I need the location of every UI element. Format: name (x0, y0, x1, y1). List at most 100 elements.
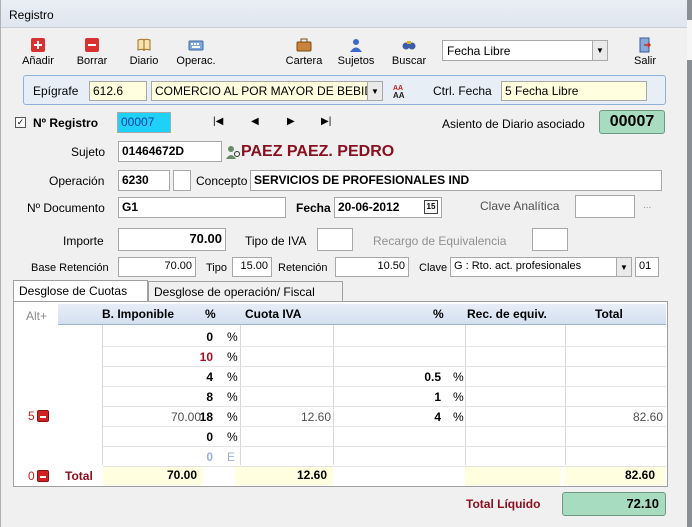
add-button[interactable]: Añadir (19, 37, 57, 67)
book-icon (137, 38, 151, 52)
cell-rec-sym[interactable]: % (453, 390, 465, 404)
clave-label: Clave (419, 262, 448, 274)
operacion-extra-field[interactable] (173, 170, 191, 191)
diario-button[interactable]: Diario (125, 37, 163, 67)
base-retencion-label: Base Retención (31, 262, 109, 274)
cell-rec-pct[interactable]: 0.5 (421, 370, 441, 384)
salir-button[interactable]: Salir (629, 37, 661, 67)
clave-retencion-select[interactable]: G : Rto. act. profesionales ▼ (450, 257, 632, 277)
cell-pct-sym[interactable]: % (227, 390, 239, 404)
ctrl-fecha-field[interactable]: 5 Fecha Libre (501, 81, 647, 101)
cell-pct-sym[interactable]: % (227, 370, 239, 384)
importe-field[interactable]: 70.00 (118, 228, 226, 251)
tipo-iva-field[interactable] (317, 228, 353, 251)
retencion-label: Retención (278, 262, 328, 274)
operacion-label: Operación (49, 174, 105, 188)
total-liquido-value: 72.10 (562, 492, 666, 516)
clave-analitica-field[interactable] (575, 195, 635, 218)
cell-rec-sym[interactable]: % (453, 410, 465, 424)
tipo-retencion-field[interactable]: 15.00 (232, 257, 272, 277)
cell-pct-sym[interactable]: % (227, 350, 239, 364)
epigrafe-label: Epígrafe (33, 84, 79, 98)
person-icon (350, 39, 362, 52)
first-record-icon[interactable]: |◀ (213, 116, 223, 127)
cell-pct[interactable]: 4 (191, 370, 213, 384)
ctrl-fecha-label: Ctrl. Fecha (433, 84, 492, 98)
title-bar: Registro (1, 0, 692, 28)
tipo-iva-label: Tipo de IVA (245, 234, 307, 248)
total-total: 82.60 (625, 468, 656, 482)
cell-pct[interactable]: 0 (191, 430, 213, 444)
row-counter: 5 (28, 409, 35, 423)
last-record-icon[interactable]: ▶| (321, 116, 331, 127)
clave-analitica-label: Clave Analítica (480, 199, 560, 213)
documento-field[interactable]: G1 (118, 197, 286, 218)
asiento-value: 00007 (599, 110, 665, 134)
buscar-button[interactable]: Buscar (389, 37, 429, 67)
operaciones-button[interactable]: Operac. (173, 37, 219, 67)
cell-pct[interactable]: 8 (191, 390, 213, 404)
epigrafe-code-field[interactable]: 612.6 (89, 81, 147, 101)
fecha-label: Fecha (296, 201, 331, 215)
tipo-retencion-label: Tipo (206, 262, 227, 274)
keyboard-icon (188, 40, 204, 51)
cell-pct-sym[interactable]: E (227, 450, 239, 464)
registro-number-field[interactable]: 00007 (117, 112, 171, 133)
ellipsis-icon[interactable]: ... (643, 200, 651, 211)
person-search-icon[interactable] (225, 144, 241, 160)
briefcase-icon (296, 38, 312, 52)
asiento-label: Asiento de Diario asociado (442, 117, 585, 131)
delete-button[interactable]: Borrar (73, 37, 111, 67)
cell-rec-sym[interactable]: % (453, 370, 465, 384)
cell-pct[interactable]: 0 (191, 450, 213, 464)
cell-pct[interactable]: 0 (191, 330, 213, 344)
recargo-field[interactable] (532, 228, 568, 251)
total-liquido-label: Total Líquido (466, 497, 541, 511)
remove-row-button[interactable] (37, 410, 49, 422)
col-rec-equiv: Rec. de equiv. (467, 307, 547, 321)
documento-label: Nº Documento (27, 201, 105, 215)
sort-az-icon[interactable]: AAAA (392, 83, 410, 99)
calendar-icon[interactable]: 15 (424, 200, 438, 214)
operacion-code-field[interactable]: 6230 (118, 170, 170, 191)
cell-rec-pct[interactable]: 4 (421, 410, 441, 424)
tab-desglose-fiscal[interactable]: Desglose de operación/ Fiscal (148, 281, 343, 302)
recargo-label: Recargo de Equivalencia (373, 234, 507, 248)
cell-cuota[interactable]: 12.60 (241, 410, 331, 424)
cell-base[interactable]: 70.00 (105, 410, 201, 424)
svg-text:AA: AA (393, 91, 405, 99)
registro-checkbox[interactable]: ✓ (15, 117, 26, 128)
cell-rec-pct[interactable]: 1 (421, 390, 441, 404)
retencion-field[interactable]: 10.50 (335, 257, 409, 277)
sujetos-button[interactable]: Sujetos (337, 37, 375, 67)
total-label: Total (65, 469, 93, 483)
cell-pct-sym[interactable]: % (227, 410, 239, 424)
sujeto-label: Sujeto (71, 145, 106, 159)
cartera-button[interactable]: Cartera (285, 37, 323, 67)
total-counter: 0 (28, 469, 35, 483)
cell-pct[interactable]: 10 (191, 350, 213, 364)
exit-icon (639, 37, 652, 53)
chevron-down-icon: ▼ (592, 41, 607, 60)
col-pct-rec: % (433, 307, 444, 321)
fecha-mode-select[interactable]: Fecha Libre ▼ (442, 40, 608, 61)
next-record-icon[interactable]: ▶ (287, 116, 295, 127)
importe-label: Importe (63, 234, 104, 248)
clave-code-field[interactable]: 01 (635, 257, 659, 277)
concepto-field[interactable]: SERVICIOS DE PROFESIONALES IND (250, 170, 662, 191)
cell-total[interactable]: 82.60 (567, 410, 663, 424)
alt-shortcut-label: Alt+ (26, 309, 48, 323)
remove-total-button[interactable] (37, 470, 49, 482)
col-pct: % (205, 307, 216, 321)
cell-pct[interactable]: 18 (191, 410, 213, 424)
sujeto-nif-field[interactable]: 01464672D (118, 141, 222, 162)
base-retencion-field[interactable]: 70.00 (118, 257, 196, 277)
concepto-label: Concepto (196, 174, 248, 188)
col-cuota-iva: Cuota IVA (245, 307, 302, 321)
prev-record-icon[interactable]: ◀ (251, 116, 259, 127)
total-cuota: 12.60 (297, 468, 328, 482)
epigrafe-desc-select[interactable]: COMERCIO AL POR MAYOR DE BEBID. ▼ (151, 81, 383, 101)
cell-pct-sym[interactable]: % (227, 330, 239, 344)
tab-desglose-cuotas[interactable]: Desglose de Cuotas (13, 280, 148, 302)
cell-pct-sym[interactable]: % (227, 430, 239, 444)
